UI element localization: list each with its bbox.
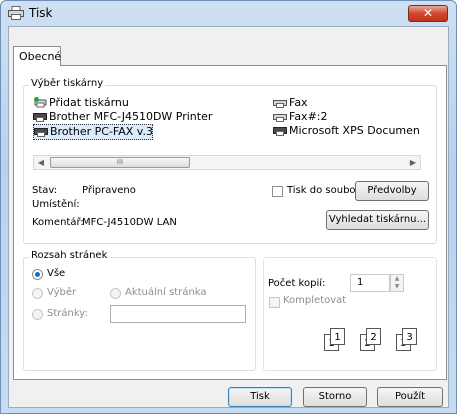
preferences-button[interactable]: Předvolby	[355, 181, 429, 201]
collate-label: Kompletovat	[283, 295, 347, 306]
spin-down-icon[interactable]: ▼	[391, 283, 403, 291]
collate-page: 1	[330, 328, 345, 345]
status-value: Připraveno	[82, 185, 136, 196]
copies-spinner[interactable]: ▲ ▼	[390, 274, 404, 292]
print-to-file-checkbox[interactable]	[272, 186, 283, 197]
radio-all-pages[interactable]	[32, 269, 43, 280]
copies-count-label: Počet kopií:	[268, 278, 326, 289]
printer-name: Fax#:2	[289, 110, 328, 123]
cancel-button[interactable]: Storno	[303, 387, 367, 407]
list-item-xps-writer[interactable]: Microsoft XPS Document Writer	[273, 124, 419, 138]
add-printer-icon	[34, 97, 47, 108]
printer-icon	[33, 113, 47, 122]
comment-label: Komentář:	[32, 217, 84, 228]
collate-page-number: 2	[370, 332, 377, 343]
list-item-add-printer[interactable]: Přidat tiskárnu	[33, 96, 129, 110]
selection-label: Výběr	[47, 287, 77, 298]
copies-group: Počet kopií: 1 ▲ ▼ Kompletovat 1 1 2 2 3…	[263, 257, 437, 371]
print-dialog-window: Tisk ✕ Obecné Výběr tiskárny Přidat tisk…	[0, 0, 457, 414]
copies-count-input[interactable]: 1	[350, 274, 390, 292]
list-item-brother-pc-fax[interactable]: Brother PC-FAX v.3	[33, 124, 153, 140]
comment-value: MFC-J4510DW LAN	[82, 217, 177, 228]
select-printer-group: Výběr tiskárny Přidat tiskárnu Fax Broth…	[23, 78, 437, 244]
printer-icon	[34, 128, 48, 137]
list-item-fax-2[interactable]: Fax#:2	[273, 110, 328, 124]
select-printer-group-title: Výběr tiskárny	[29, 78, 106, 89]
scroll-thumb[interactable]: III	[50, 157, 190, 168]
current-page-label: Aktuální stránka	[125, 287, 207, 298]
radio-selection[interactable]	[32, 288, 43, 299]
scroll-right-icon[interactable]: ▶	[406, 157, 420, 168]
tab-panel-general: Výběr tiskárny Přidat tiskárnu Fax Broth…	[13, 65, 447, 380]
dialog-client-area: Obecné Výběr tiskárny Přidat tiskárnu Fa…	[8, 26, 449, 408]
collate-page: 3	[402, 328, 417, 345]
collate-page-number: 3	[406, 332, 413, 343]
printer-name: Brother MFC-J4510DW Printer	[49, 110, 213, 123]
window-title: Tisk	[29, 6, 53, 20]
spin-up-icon[interactable]: ▲	[391, 275, 403, 283]
printer-list-scrollbar[interactable]: ◀ III ▶	[33, 155, 421, 170]
scroll-thumb-grip: III	[116, 158, 124, 166]
find-printer-button[interactable]: Vyhledat tiskárnu...	[326, 210, 429, 230]
status-label: Stav:	[32, 185, 58, 196]
printer-icon	[273, 127, 287, 136]
printer-name: Přidat tiskárnu	[49, 96, 129, 109]
printer-icon	[8, 6, 24, 20]
collate-page-number: 1	[334, 332, 341, 343]
list-item-brother-mfc[interactable]: Brother MFC-J4510DW Printer	[33, 110, 212, 124]
scroll-left-icon[interactable]: ◀	[34, 157, 48, 168]
title-bar[interactable]: Tisk ✕	[1, 1, 456, 25]
collate-checkbox[interactable]	[269, 297, 280, 308]
print-button[interactable]: Tisk	[228, 387, 292, 407]
list-item-fax[interactable]: Fax	[273, 96, 308, 110]
printer-name: Microsoft XPS Document Writer	[289, 124, 419, 137]
printer-name: Brother PC-FAX v.3	[50, 125, 153, 138]
page-range-group-title: Rozsah stránek	[29, 250, 110, 261]
all-pages-label: Vše	[47, 268, 66, 279]
tab-general[interactable]: Obecné	[13, 46, 61, 66]
pages-label: Stránky:	[47, 308, 88, 319]
fax-icon	[273, 100, 287, 108]
page-range-group: Rozsah stránek Vše Výběr Aktuální stránk…	[23, 250, 256, 371]
pages-input[interactable]	[110, 305, 246, 323]
apply-button[interactable]: Použít	[377, 387, 443, 407]
radio-pages[interactable]	[32, 309, 43, 320]
printer-name: Fax	[289, 96, 308, 109]
copies-count-value: 1	[357, 277, 364, 288]
collate-page: 2	[366, 328, 381, 345]
close-icon: ✕	[422, 6, 434, 20]
location-label: Umístění:	[32, 199, 80, 210]
close-button[interactable]: ✕	[408, 5, 448, 22]
printer-list[interactable]: Přidat tiskárnu Fax Brother MFC-J4510DW …	[33, 96, 419, 144]
fax-icon	[273, 114, 287, 122]
radio-current-page[interactable]	[110, 288, 121, 299]
